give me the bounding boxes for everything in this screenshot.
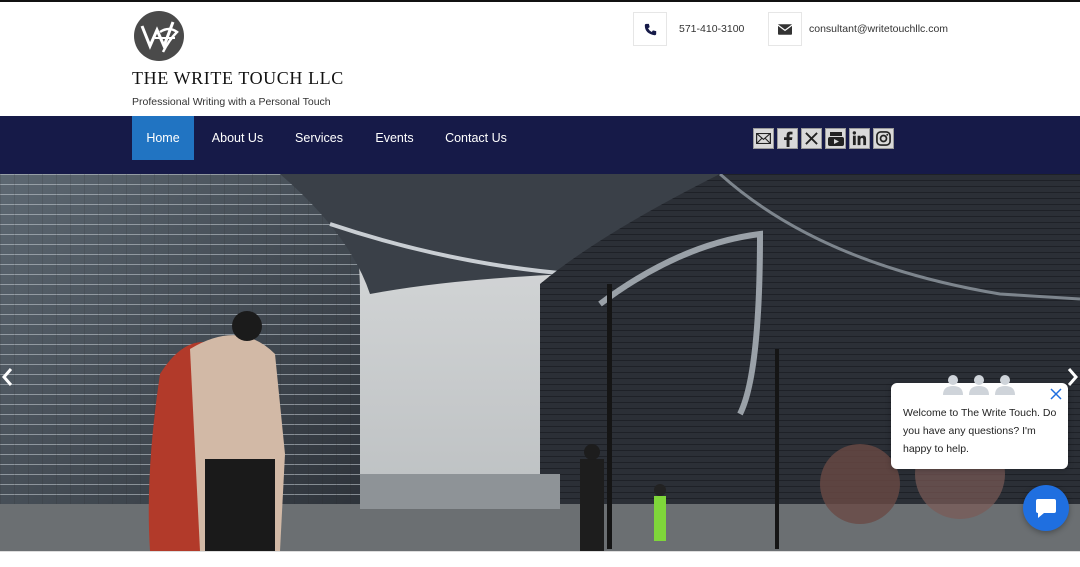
nav-about-us[interactable]: About Us — [205, 116, 270, 160]
chat-welcome-message: Welcome to The Write Touch. Do you have … — [903, 407, 1057, 455]
social-x-icon[interactable] — [801, 128, 822, 149]
phone-number[interactable]: 571-410-3100 — [679, 23, 744, 35]
chat-launcher-button[interactable] — [1023, 485, 1069, 531]
social-youtube-icon[interactable] — [825, 128, 846, 149]
nav-events[interactable]: Events — [367, 116, 422, 160]
phone-icon-box — [633, 12, 667, 46]
close-icon[interactable] — [1050, 388, 1062, 400]
phone-icon — [644, 23, 656, 35]
nav-contact-us[interactable]: Contact Us — [438, 116, 514, 160]
nav-services[interactable]: Services — [287, 116, 351, 160]
social-linkedin-icon[interactable] — [849, 128, 870, 149]
chat-bubble-icon — [1036, 499, 1056, 518]
email-address[interactable]: consultant@writetouchllc.com — [809, 23, 948, 35]
hero-slider — [0, 174, 1080, 551]
main-navigation: Home About Us Services Events Contact Us — [0, 116, 1080, 174]
social-email-icon[interactable] — [753, 128, 774, 149]
envelope-icon — [778, 23, 792, 35]
brand-name[interactable]: THE WRITE TOUCH LLC — [132, 68, 344, 89]
chevron-right-icon[interactable] — [1066, 366, 1080, 388]
chat-popup[interactable]: Welcome to The Write Touch. Do you have … — [891, 375, 1068, 469]
logo-icon[interactable] — [133, 10, 185, 62]
brand-tagline: Professional Writing with a Personal Tou… — [132, 96, 331, 108]
nav-home[interactable]: Home — [132, 116, 194, 160]
social-instagram-icon[interactable] — [873, 128, 894, 149]
chevron-left-icon[interactable] — [0, 366, 14, 388]
email-icon-box — [768, 12, 802, 46]
page-bottom — [0, 551, 1080, 567]
hero-image — [0, 174, 1080, 551]
agent-avatars-icon — [943, 375, 1015, 395]
site-header: THE WRITE TOUCH LLC Professional Writing… — [0, 2, 1080, 116]
social-facebook-icon[interactable] — [777, 128, 798, 149]
social-links — [753, 128, 894, 149]
